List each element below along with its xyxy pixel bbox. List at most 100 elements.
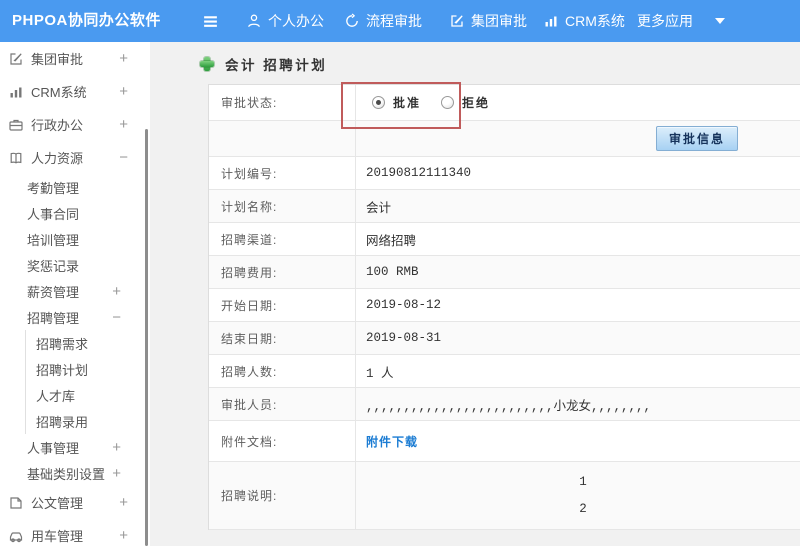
sidebar-item-label: 行政办公	[31, 118, 84, 133]
nav-group-approval[interactable]: 集团审批	[449, 0, 527, 42]
expand-toggle[interactable]: +	[112, 465, 121, 482]
expand-toggle[interactable]: +	[119, 50, 128, 67]
field-value: 2019-08-31	[366, 331, 442, 345]
table-row-approval-status: 审批状态: 批准 拒绝	[209, 85, 800, 121]
description-line: 1	[579, 475, 587, 489]
sidebar: 集团审批 + CRM系统 + 行政办公 + 人力资源 − 考勤管理 人事合同 培…	[0, 42, 150, 546]
table-row-attachment: 附件文档: 附件下载	[209, 421, 800, 462]
field-value: 网络招聘	[366, 234, 417, 249]
field-label: 审批人员:	[209, 388, 356, 420]
briefcase-icon	[9, 119, 23, 131]
radio-label: 批准	[393, 96, 422, 110]
radio-button-icon[interactable]	[372, 96, 385, 109]
sidebar-item-hr-contract[interactable]: 人事合同	[0, 200, 150, 226]
sidebar-item-recruitment[interactable]: 招聘管理 −	[0, 304, 150, 330]
sidebar-item-label: 基础类别设置	[27, 466, 106, 482]
nav-item-label: 更多应用	[637, 13, 693, 29]
sidebar-item-personnel[interactable]: 人事管理 +	[0, 434, 150, 460]
sidebar-item-crm[interactable]: CRM系统 +	[0, 75, 150, 108]
car-icon	[9, 531, 23, 542]
sidebar-item-group-approval[interactable]: 集团审批 +	[0, 42, 150, 75]
edit-icon	[10, 52, 22, 65]
approve-radio[interactable]: 批准	[372, 94, 421, 111]
sidebar-item-label: 奖惩记录	[27, 258, 80, 274]
field-label: 计划编号:	[209, 157, 356, 189]
sidebar-item-training[interactable]: 培训管理	[0, 226, 150, 252]
nav-crm[interactable]: CRM系统	[543, 0, 625, 42]
description-line: 2	[579, 502, 587, 516]
field-label: 结束日期:	[209, 322, 356, 354]
sidebar-item-label: 人事合同	[27, 206, 80, 222]
page-title: 会计 招聘计划	[225, 58, 328, 73]
sidebar-item-document-mgmt[interactable]: 公文管理 +	[0, 486, 150, 519]
expand-toggle[interactable]: +	[112, 439, 121, 456]
sidebar-item-label: 招聘需求	[36, 336, 89, 352]
attachment-download-link[interactable]: 附件下载	[366, 433, 418, 450]
sidebar-item-vehicle-mgmt[interactable]: 用车管理 +	[0, 519, 150, 546]
table-row-headcount: 招聘人数: 1 人	[209, 355, 800, 388]
sidebar-item-label: 培训管理	[27, 232, 80, 248]
nav-item-label: CRM系统	[565, 13, 625, 29]
sidebar-item-label: 薪资管理	[27, 284, 80, 300]
sidebar-item-recruit-hiring[interactable]: 招聘录用	[26, 408, 150, 434]
radio-label: 拒绝	[462, 96, 491, 110]
expand-toggle[interactable]: +	[119, 494, 128, 511]
field-label: 招聘人数:	[209, 355, 356, 387]
field-value: 20190812111340	[366, 166, 472, 180]
reject-radio[interactable]: 拒绝	[441, 94, 490, 111]
sidebar-scrollbar[interactable]	[145, 129, 148, 546]
expand-toggle[interactable]: +	[119, 527, 128, 544]
sidebar-item-salary[interactable]: 薪资管理 +	[0, 278, 150, 304]
sidebar-item-label: 招聘管理	[27, 310, 80, 326]
sidebar-item-label: 用车管理	[31, 529, 84, 544]
sidebar-item-label: 集团审批	[31, 52, 84, 67]
table-row-approval-action: 审批信息	[209, 121, 800, 157]
page-header: 会计 招聘计划	[200, 54, 327, 74]
sidebar-item-base-category[interactable]: 基础类别设置 +	[0, 460, 150, 486]
nav-item-label: 集团审批	[471, 13, 527, 29]
sidebar-item-recruit-plan[interactable]: 招聘计划	[26, 356, 150, 382]
nav-more-apps[interactable]: 更多应用	[637, 0, 725, 42]
field-label: 开始日期:	[209, 289, 356, 321]
edit-icon	[451, 15, 463, 27]
menu-icon[interactable]	[202, 13, 219, 30]
radio-button-icon[interactable]	[441, 96, 455, 109]
expand-toggle[interactable]: +	[112, 283, 121, 300]
sidebar-item-admin-office[interactable]: 行政办公 +	[0, 108, 150, 141]
table-row-plan-name: 计划名称: 会计	[209, 190, 800, 223]
expand-toggle[interactable]: −	[112, 309, 121, 326]
field-value: 2019-08-12	[366, 298, 442, 312]
table-row-description: 招聘说明: 1 2	[209, 462, 800, 530]
nav-item-label: 个人办公	[268, 13, 324, 29]
sidebar-item-label: 招聘计划	[36, 362, 89, 378]
caret-down-icon	[715, 18, 725, 24]
field-label: 招聘费用:	[209, 256, 356, 288]
approval-info-button[interactable]: 审批信息	[655, 126, 738, 151]
sidebar-item-label: 招聘录用	[36, 414, 89, 430]
field-label: 审批状态:	[209, 85, 356, 120]
sidebar-item-label: 考勤管理	[27, 180, 80, 196]
sidebar-item-attendance[interactable]: 考勤管理	[0, 174, 150, 200]
expand-toggle[interactable]: +	[119, 83, 128, 100]
table-row-start-date: 开始日期: 2019-08-12	[209, 289, 800, 322]
field-label	[209, 121, 356, 156]
table-row-end-date: 结束日期: 2019-08-31	[209, 322, 800, 355]
add-icon[interactable]	[200, 57, 214, 71]
table-row-plan-number: 计划编号: 20190812111340	[209, 157, 800, 190]
expand-toggle[interactable]: −	[119, 149, 128, 166]
nav-workflow-approval[interactable]: 流程审批	[344, 0, 422, 42]
main-content: 会计 招聘计划 审批状态: 批准 拒绝 审批信息 计划编号: 201908121…	[150, 42, 800, 546]
nav-personal-office[interactable]: 个人办公	[246, 0, 324, 42]
field-label: 附件文档:	[209, 421, 356, 461]
nav-item-label: 流程审批	[366, 13, 422, 29]
field-value: 100 RMB	[366, 265, 419, 279]
field-value: ,,,,,,,,,,,,,,,,,,,,,,,,,小龙女,,,,,,,,	[366, 399, 652, 414]
sidebar-item-label: CRM系统	[31, 85, 87, 100]
user-icon	[248, 14, 260, 28]
sidebar-item-talent-pool[interactable]: 人才库	[26, 382, 150, 408]
field-label: 招聘说明:	[209, 462, 356, 529]
sidebar-item-hr[interactable]: 人力资源 −	[0, 141, 150, 174]
expand-toggle[interactable]: +	[119, 116, 128, 133]
sidebar-item-recruit-demand[interactable]: 招聘需求	[26, 330, 150, 356]
sidebar-item-rewards[interactable]: 奖惩记录	[0, 252, 150, 278]
